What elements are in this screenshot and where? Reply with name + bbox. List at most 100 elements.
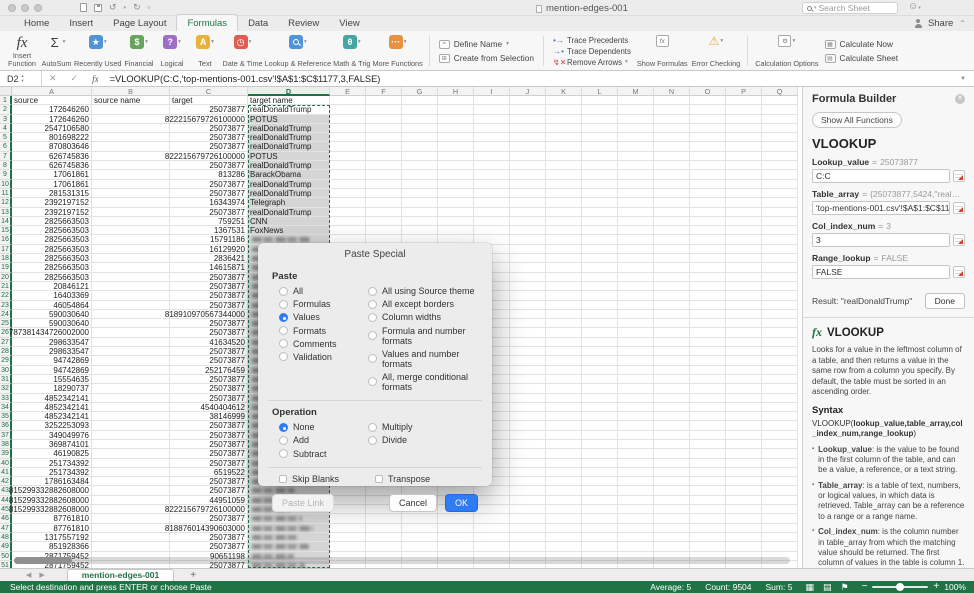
cell-B21[interactable] [92, 282, 170, 291]
cell-C40[interactable]: 25073877 [170, 459, 248, 468]
cell-C11[interactable]: 25073877 [170, 189, 248, 198]
cell-J3[interactable] [510, 115, 546, 124]
row-header-13[interactable]: 13 [0, 208, 12, 217]
cell-J48[interactable] [510, 533, 546, 542]
cell-H4[interactable] [438, 124, 474, 133]
cell-I48[interactable] [474, 533, 510, 542]
cell-K26[interactable] [546, 328, 582, 337]
cell-P2[interactable] [726, 105, 762, 114]
cell-G49[interactable] [402, 542, 438, 551]
cell-F48[interactable] [366, 533, 402, 542]
cell-O27[interactable] [690, 338, 726, 347]
column-header-J[interactable]: J [510, 87, 546, 96]
cell-Q11[interactable] [762, 189, 798, 198]
cell-O2[interactable] [690, 105, 726, 114]
cell-K7[interactable] [546, 152, 582, 161]
cell-I2[interactable] [474, 105, 510, 114]
menu-tab-home[interactable]: Home [14, 15, 59, 31]
row-header-25[interactable]: 25 [0, 319, 12, 328]
radio-paste-validation[interactable]: Validation [279, 352, 368, 362]
cell-Q49[interactable] [762, 542, 798, 551]
cell-B29[interactable] [92, 356, 170, 365]
row-header-48[interactable]: 48 [0, 533, 12, 542]
paste-link-button[interactable]: Paste Link [272, 494, 334, 512]
cell-B35[interactable] [92, 412, 170, 421]
cell-A6[interactable]: 870803646 [12, 142, 92, 151]
cell-L48[interactable] [582, 533, 618, 542]
cell-I10[interactable] [474, 180, 510, 189]
insert-function-button[interactable]: fx Insert Function [4, 33, 40, 69]
cell-J1[interactable] [510, 96, 546, 105]
cell-D2[interactable]: realDonaldTrump [248, 105, 330, 114]
cell-B46[interactable] [92, 514, 170, 523]
cell-L47[interactable] [582, 524, 618, 533]
cell-M44[interactable] [618, 496, 654, 505]
cell-C4[interactable]: 25073877 [170, 124, 248, 133]
cell-K19[interactable] [546, 263, 582, 272]
cell-H11[interactable] [438, 189, 474, 198]
cell-Q45[interactable] [762, 505, 798, 514]
cell-O41[interactable] [690, 468, 726, 477]
cell-A13[interactable]: 2392197152 [12, 208, 92, 217]
cell-A3[interactable]: 172646260 [12, 115, 92, 124]
cell-P14[interactable] [726, 217, 762, 226]
cell-E13[interactable] [330, 208, 366, 217]
ribbon-text-button[interactable]: A▾Text [188, 33, 221, 69]
done-button[interactable]: Done [925, 293, 965, 309]
cell-O9[interactable] [690, 170, 726, 179]
column-header-O[interactable]: O [690, 87, 726, 96]
cell-Q12[interactable] [762, 198, 798, 207]
ribbon-math-trig-button[interactable]: θ▾Math & Trig [332, 33, 371, 69]
cell-E11[interactable] [330, 189, 366, 198]
cell-N34[interactable] [654, 403, 690, 412]
cell-L18[interactable] [582, 254, 618, 263]
cell-K49[interactable] [546, 542, 582, 551]
cell-L26[interactable] [582, 328, 618, 337]
row-header-16[interactable]: 16 [0, 235, 12, 244]
column-header-E[interactable]: E [330, 87, 366, 96]
cell-K29[interactable] [546, 356, 582, 365]
row-header-41[interactable]: 41 [0, 468, 12, 477]
cell-M8[interactable] [618, 161, 654, 170]
row-header-38[interactable]: 38 [0, 440, 12, 449]
cell-N3[interactable] [654, 115, 690, 124]
cell-M17[interactable] [618, 245, 654, 254]
cell-C20[interactable]: 25073877 [170, 273, 248, 282]
cell-P33[interactable] [726, 394, 762, 403]
cell-L21[interactable] [582, 282, 618, 291]
cell-L27[interactable] [582, 338, 618, 347]
cell-H13[interactable] [438, 208, 474, 217]
cell-J46[interactable] [510, 514, 546, 523]
cell-N39[interactable] [654, 449, 690, 458]
cell-M35[interactable] [618, 412, 654, 421]
cell-M5[interactable] [618, 133, 654, 142]
row-header-15[interactable]: 15 [0, 226, 12, 235]
cell-L3[interactable] [582, 115, 618, 124]
cell-K34[interactable] [546, 403, 582, 412]
cell-M13[interactable] [618, 208, 654, 217]
cell-L19[interactable] [582, 263, 618, 272]
cancel-button[interactable]: Cancel [389, 494, 437, 512]
remove-arrows-button[interactable]: ↯✕ Remove Arrows▾ [553, 58, 631, 67]
cell-J47[interactable] [510, 524, 546, 533]
cell-J45[interactable] [510, 505, 546, 514]
cell-H48[interactable] [438, 533, 474, 542]
row-header-2[interactable]: 2 [0, 105, 12, 114]
formula-input[interactable]: =VLOOKUP(C:C,'top-mentions-001.csv'!$A$1… [110, 74, 381, 84]
cell-Q23[interactable] [762, 301, 798, 310]
cell-P13[interactable] [726, 208, 762, 217]
cell-Q31[interactable] [762, 375, 798, 384]
cell-N37[interactable] [654, 431, 690, 440]
cell-H3[interactable] [438, 115, 474, 124]
cell-G47[interactable] [402, 524, 438, 533]
sheet-tab-active[interactable]: mention-edges-001 [67, 569, 174, 582]
cell-O13[interactable] [690, 208, 726, 217]
cell-B17[interactable] [92, 245, 170, 254]
cell-O16[interactable] [690, 235, 726, 244]
cell-Q32[interactable] [762, 384, 798, 393]
cell-P26[interactable] [726, 328, 762, 337]
cell-I13[interactable] [474, 208, 510, 217]
cell-M29[interactable] [618, 356, 654, 365]
cell-M49[interactable] [618, 542, 654, 551]
cell-M14[interactable] [618, 217, 654, 226]
